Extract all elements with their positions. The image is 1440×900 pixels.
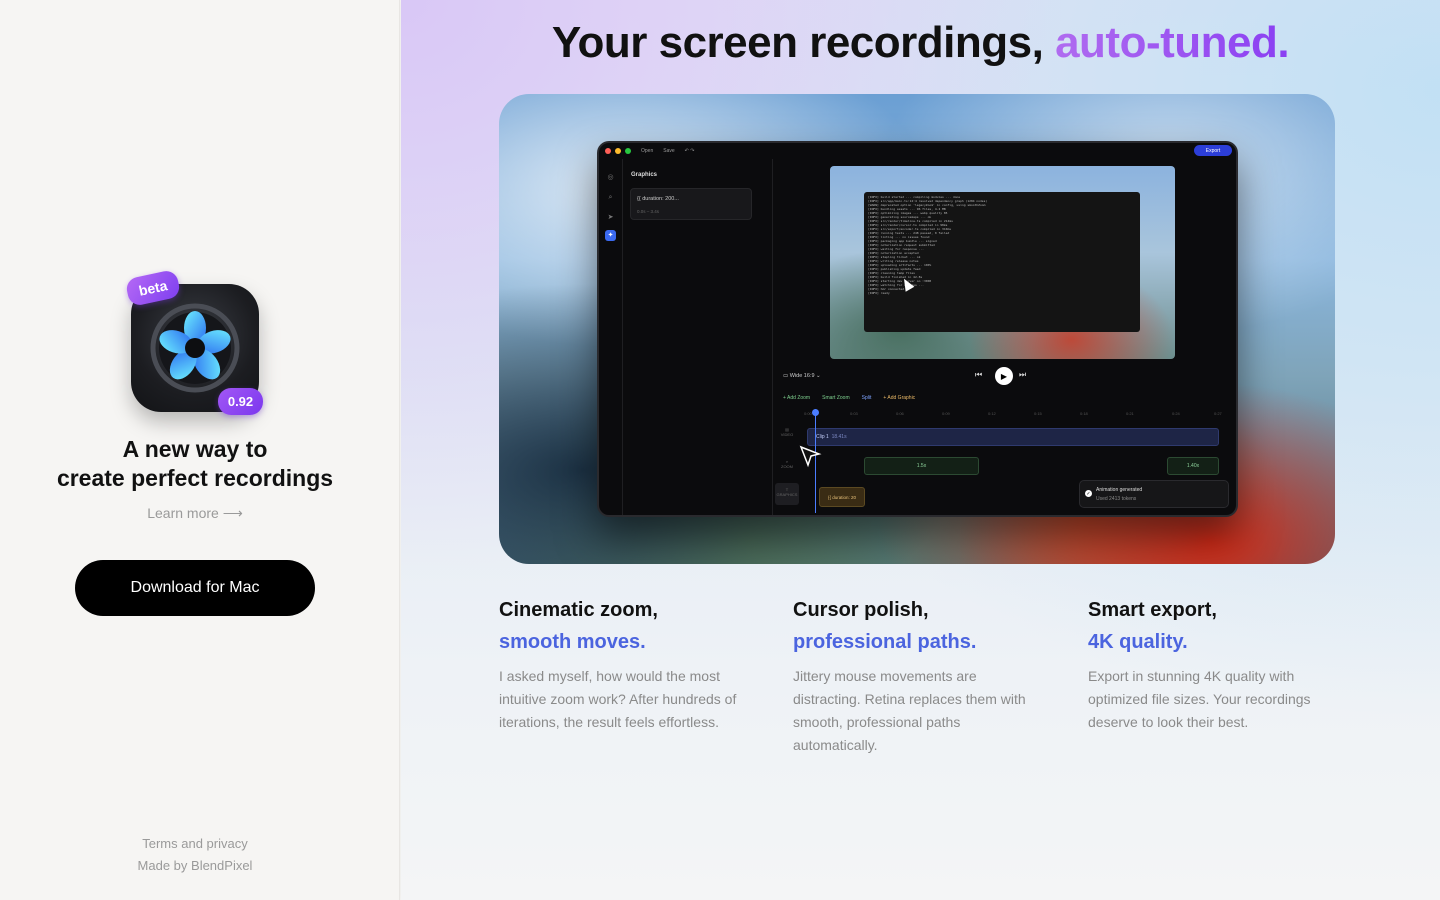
notification-toast: ✓ Animation generated Used 2413 tokens [1079,480,1229,508]
ruler-tick: 0:03 [850,411,858,416]
made-by-link[interactable]: Made by BlendPixel [0,858,390,873]
graphics-panel-title: Graphics [631,172,658,178]
hero-image: Open Save ↶ ↷ Export ◎ ⌕ ➤ ✦ Graphics {{… [499,94,1335,564]
split-tool: Split [861,395,872,401]
export-button: Export [1194,145,1232,156]
feature-cursor: Cursor polish, professional paths. Jitte… [793,597,1043,757]
close-dot-icon [605,148,611,154]
zoom-track-label: ⌕ ZOOM [781,459,793,469]
graphics-panel: Graphics {{ duration: 200... 0.0s – 3.4s [623,159,773,515]
smart-zoom-tool: Smart Zoom [822,395,850,401]
add-zoom-tool: + Add Zoom [783,395,811,401]
headline-accent: auto-tuned. [1055,18,1290,67]
save-menu: Save [663,148,675,154]
cursor-icon [799,445,822,468]
tagline-line-2: create perfect recordings [56,465,334,491]
ruler-tick: 0:21 [1126,411,1134,416]
graphics-tool-icon: ✦ [605,230,616,241]
forward-icon: ⏭ [1019,370,1027,379]
add-graphic-tool: + Add Graphic [883,395,916,401]
feature-title: Cursor polish, [793,599,929,621]
toast-subtitle: Used 2413 tokens [1096,496,1137,502]
feature-accent: smooth moves. [499,631,646,653]
download-for-mac-button[interactable]: Download for Mac [75,560,315,616]
cursor-tool-icon: ➤ [607,214,614,221]
ruler-tick: 0:00 [804,411,812,416]
terms-link[interactable]: Terms and privacy [0,836,390,851]
feature-text: Export in stunning 4K quality with optim… [1088,668,1311,730]
feature-text: Jittery mouse movements are distracting.… [793,668,1026,753]
learn-more-link[interactable]: Learn more ⟶ [0,505,390,522]
ruler-tick: 0:18 [1080,411,1088,416]
main-content: Your screen recordings, auto-tuned. Open… [401,0,1440,900]
maximize-dot-icon [625,148,631,154]
window-titlebar: Open Save ↶ ↷ Export [599,143,1236,159]
graphic-card-time: 0.0s – 3.4s [637,209,660,214]
track-labels: ▤ VIDEO ⌕ ZOOM T GRAPHICS [773,423,799,513]
play-icon: ▶ [995,367,1013,385]
tagline: A new way to create perfect recordings [0,435,390,493]
feature-title: Cinematic zoom, [499,599,658,621]
version-badge: 0.92 [218,388,263,415]
toast-title: Animation generated [1096,487,1143,493]
timeline-ruler: 0:00 0:03 0:06 0:09 0:12 0:15 0:18 0:21 … [804,411,1224,421]
feature-title: Smart export, [1088,599,1217,621]
rewind-icon: ⏮ [975,370,983,379]
ruler-tick: 0:06 [896,411,904,416]
ruler-tick: 0:12 [988,411,996,416]
video-clip: Clip 1 18.41s [807,428,1219,446]
check-icon: ✓ [1085,490,1092,497]
minimize-dot-icon [615,148,621,154]
clip-label: Clip 1 18.41s [816,434,847,440]
graphic-card: {{ duration: 200... 0.0s – 3.4s [630,188,752,220]
playback-controls: ▭ Wide 16:9 ⌄ ⏮ ▶ ⏭ [775,367,1235,385]
sidebar-panel: beta 0.92 A new way to create perfect re… [0,0,400,900]
undo-icon: ↶ ↷ [684,148,695,154]
zoom-segment: 1.5x [864,457,979,475]
palette-icon: ◎ [607,174,614,181]
terminal-window: [INFO] build started ... compiling modul… [864,192,1140,332]
headline-main: Your screen recordings, [551,18,1056,67]
page-title: Your screen recordings, auto-tuned. [401,18,1440,68]
video-preview: [INFO] build started ... compiling modul… [830,166,1175,359]
ruler-tick: 0:24 [1172,411,1180,416]
open-menu: Open [641,148,654,154]
ruler-tick: 0:27 [1214,411,1222,416]
zoom-segment: 1.40x [1167,457,1219,475]
aspect-ratio-select: ▭ Wide 16:9 ⌄ [783,373,821,379]
zoom-icon: ⌕ [608,194,613,201]
app-screenshot: Open Save ↶ ↷ Export ◎ ⌕ ➤ ✦ Graphics {{… [597,141,1238,517]
ruler-tick: 0:09 [942,411,950,416]
ruler-tick: 0:15 [1034,411,1042,416]
graphic-card-label: {{ duration: 200... [637,196,679,202]
tagline-line-1: A new way to [122,436,268,462]
feature-zoom: Cinematic zoom, smooth moves. I asked my… [499,597,749,734]
tool-rail: ◎ ⌕ ➤ ✦ [599,159,623,515]
feature-accent: professional paths. [793,631,977,653]
feature-export: Smart export, 4K quality. Export in stun… [1088,597,1338,734]
graphics-track-label: T GRAPHICS [775,483,799,505]
timeline-tools: + Add Zoom Smart Zoom Split + Add Graphi… [775,391,1235,405]
feature-accent: 4K quality. [1088,631,1188,653]
video-track-label: ▤ VIDEO [780,427,794,437]
feature-text: I asked myself, how would the most intui… [499,668,737,730]
graphic-segment: {{ duration: 20 [819,487,865,507]
